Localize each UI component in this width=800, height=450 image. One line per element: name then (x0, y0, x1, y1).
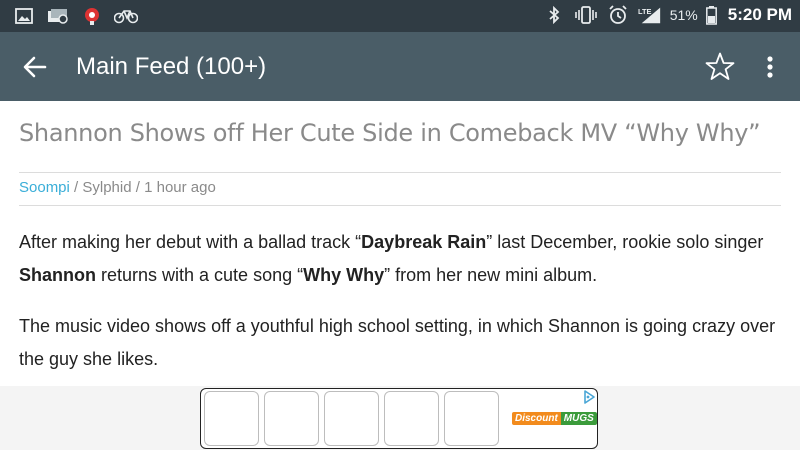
bold-text: Daybreak Rain (361, 232, 487, 252)
lte-signal-icon: LTE (638, 4, 662, 26)
meta-separator: / (131, 179, 145, 196)
favorite-button[interactable] (702, 49, 738, 85)
cast-icon (46, 5, 70, 27)
meta-divider (19, 205, 781, 206)
battery-icon (706, 4, 718, 26)
ad-logo[interactable]: Discount MUGS (512, 411, 597, 425)
ad-box[interactable]: Discount MUGS (200, 388, 598, 449)
image-icon (12, 5, 36, 27)
bluetooth-icon (542, 4, 566, 26)
back-button[interactable] (20, 52, 50, 82)
article-meta: Soompi / Sylphid / 1 hour ago (19, 179, 216, 196)
vibrate-icon (574, 4, 598, 26)
article-time: 1 hour ago (144, 179, 216, 196)
status-bar-system: LTE 51% 5:20 PM (542, 4, 792, 26)
svg-text:LTE: LTE (638, 7, 651, 16)
article-paragraph-2: The music video shows off a youthful hig… (19, 316, 776, 369)
bold-text: Why Why (303, 265, 385, 285)
paragraph-text: ” from her new mini album. (384, 265, 598, 285)
ad-product-tile[interactable] (444, 391, 499, 446)
bicycle-icon (114, 5, 138, 27)
ad-logo-part2: MUGS (560, 411, 597, 425)
bold-text: Shannon (19, 265, 96, 285)
ad-product-tile[interactable] (324, 391, 379, 446)
app-bar: Main Feed (100+) (0, 32, 800, 101)
alarm-icon (606, 4, 630, 26)
battery-percent: 51% (669, 7, 698, 23)
ad-product-tile[interactable] (204, 391, 259, 446)
ad-logo-part1: Discount (512, 411, 561, 425)
article-category: Sylphid (82, 179, 132, 196)
adchoices-icon[interactable] (580, 389, 597, 404)
more-vertical-icon (767, 56, 773, 78)
ad-product-tile[interactable] (384, 391, 439, 446)
clock: 5:20 PM (727, 5, 792, 24)
meta-separator: / (69, 179, 83, 196)
article-title: Shannon Shows off Her Cute Side in Comeb… (19, 119, 761, 147)
status-bar: LTE 51% 5:20 PM (0, 0, 800, 32)
ad-product-tile[interactable] (264, 391, 319, 446)
ad-banner: Discount MUGS (0, 386, 800, 450)
paragraph-text: After making her debut with a ballad tra… (19, 232, 362, 252)
status-bar-notifications (12, 5, 138, 27)
arrow-left-icon (23, 56, 47, 78)
source-link[interactable]: Soompi (19, 179, 70, 196)
paragraph-text: ” last December, rookie solo singer (486, 232, 764, 252)
more-options-button[interactable] (756, 52, 784, 82)
page-title: Main Feed (100+) (76, 53, 267, 80)
star-outline-icon (705, 52, 735, 80)
paragraph-text: returns with a cute song “ (96, 265, 304, 285)
app-icon (80, 5, 104, 27)
article-paragraph-1: After making her debut with a ballad tra… (19, 226, 789, 292)
title-divider (19, 172, 781, 173)
